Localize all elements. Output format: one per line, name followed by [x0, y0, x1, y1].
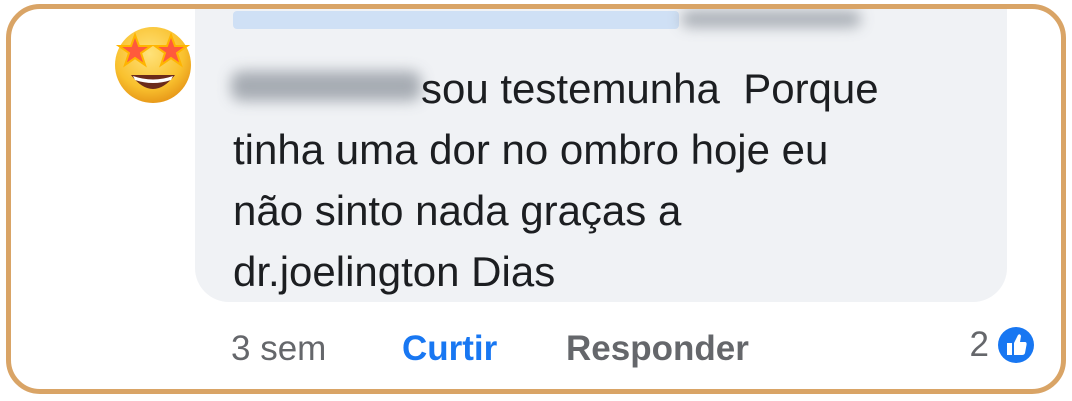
comment-line-1: sou testemunha Porque	[421, 65, 879, 112]
comment-line-4: dr.joelington Dias	[233, 248, 556, 295]
quoted-previous-line	[233, 11, 679, 29]
comment-line-2: tinha uma dor no ombro hoje eu	[233, 126, 829, 173]
comment-text: sou testemunha Porque tinha uma dor no o…	[233, 58, 993, 302]
reaction-count: 2	[969, 325, 989, 364]
like-button[interactable]: Curtir	[402, 327, 497, 371]
comment-line-3: não sinto nada graças a	[233, 187, 682, 234]
redacted-top-text	[681, 11, 861, 27]
comment-timestamp[interactable]: 3 sem	[231, 327, 326, 371]
like-thumbs-up-icon	[995, 324, 1037, 366]
reaction-summary[interactable]: 2	[970, 322, 1039, 368]
avatar[interactable]	[109, 19, 197, 107]
reply-button[interactable]: Responder	[566, 327, 749, 371]
screenshot-frame: sou testemunha Porque tinha uma dor no o…	[6, 4, 1066, 394]
